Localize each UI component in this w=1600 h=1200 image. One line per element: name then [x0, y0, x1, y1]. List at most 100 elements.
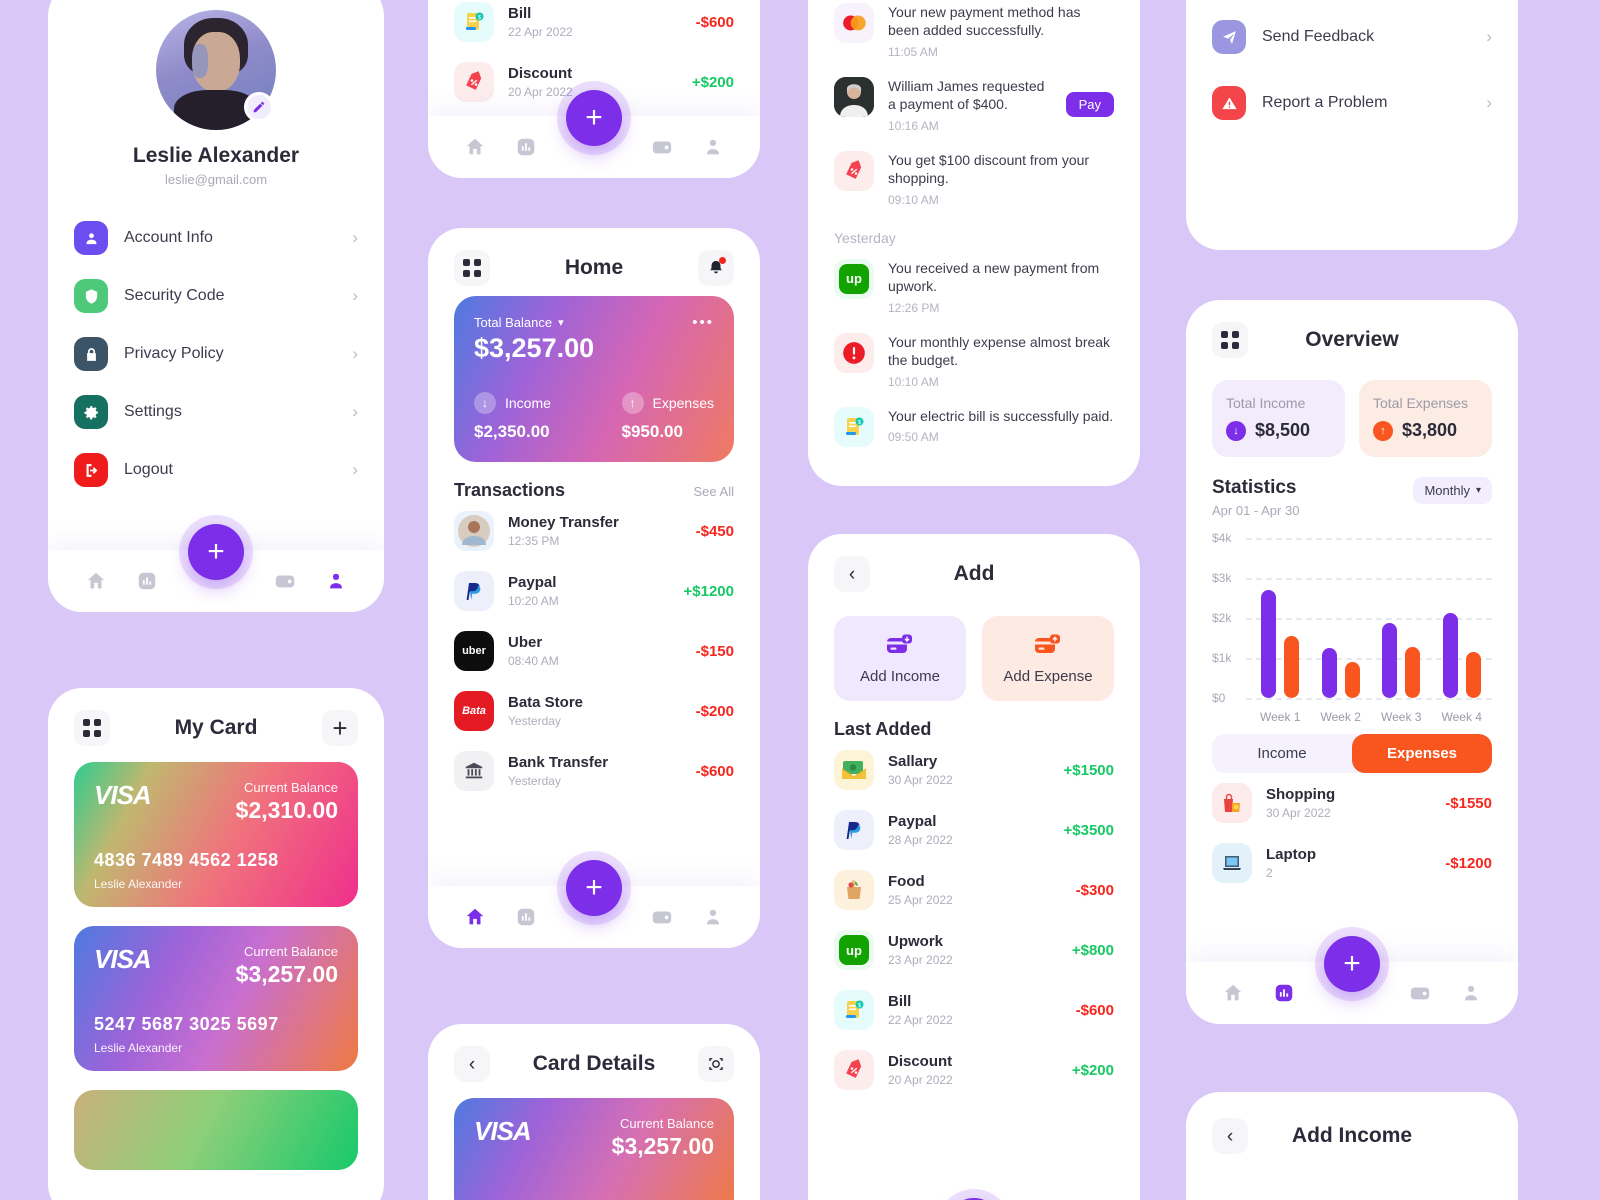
nav-chart-icon[interactable]	[515, 136, 537, 158]
grid-icon[interactable]	[454, 250, 490, 286]
nav-person-icon[interactable]	[1460, 982, 1482, 1004]
table-row[interactable]: Sallary 30 Apr 2022 +$1500	[834, 740, 1114, 800]
chevron-down-icon[interactable]: ▾	[558, 316, 564, 329]
card-balance-label: Current Balance	[244, 780, 338, 795]
add-card-button[interactable]: +	[322, 710, 358, 746]
notification-message: You get $100 discount from your shopping…	[888, 151, 1090, 187]
table-row[interactable]: Paypal 10:20 AM +$1200	[454, 561, 734, 621]
see-all-link[interactable]: See All	[694, 484, 734, 499]
table-row[interactable]: Discount 20 Apr 2022 +$200	[834, 1040, 1114, 1100]
tab-expenses[interactable]: Expenses	[1352, 734, 1492, 773]
y-tick-label: $3k	[1212, 571, 1232, 585]
paypal-icon	[834, 810, 874, 850]
sidebar-item-report-problem[interactable]: Report a Problem ›	[1212, 74, 1492, 132]
table-row[interactable]: uber Uber 08:40 AM -$150	[454, 621, 734, 681]
notification-item[interactable]: Your monthly expense almost break the bu…	[834, 324, 1114, 398]
add-fab-button[interactable]: +	[1324, 936, 1380, 992]
notification-item[interactable]: William James requested a payment of $40…	[834, 68, 1114, 142]
notification-message: Your new payment method has been added s…	[888, 4, 1081, 39]
credit-card[interactable]: VISA Current Balance $3,257.00	[454, 1098, 734, 1200]
nav-wallet-icon[interactable]	[274, 570, 296, 592]
card-number: 5247 5687 3025 5697	[94, 1014, 279, 1034]
sidebar-item-label: Privacy Policy	[124, 345, 224, 362]
back-button[interactable]: ‹	[1212, 1118, 1248, 1154]
nav-person-icon[interactable]	[325, 570, 347, 592]
nav-home-icon[interactable]	[464, 136, 486, 158]
back-button[interactable]: ‹	[454, 1046, 490, 1082]
table-row[interactable]: $ Bill 22 Apr 2022 -$600	[834, 980, 1114, 1040]
nav-chart-icon[interactable]	[136, 570, 158, 592]
card-number: 4836 7489 4562 1258	[94, 850, 279, 870]
add-expense-button[interactable]: Add Expense	[982, 616, 1114, 701]
notification-item[interactable]: Your new payment method has been added s…	[834, 0, 1114, 68]
sidebar-item-settings[interactable]: Settings ›	[74, 383, 358, 441]
tab-income[interactable]: Income	[1212, 734, 1352, 773]
total-balance-card: Total Balance ▾ ••• $3,257.00 ↓ Income $…	[454, 296, 734, 462]
item-amount: +$800	[1071, 941, 1114, 959]
grid-icon[interactable]	[74, 710, 110, 746]
item-date: 25 Apr 2022	[888, 893, 953, 907]
sidebar-item-security-code[interactable]: Security Code ›	[74, 267, 358, 325]
nav-home-icon[interactable]	[85, 570, 107, 592]
sidebar-item-account-info[interactable]: Account Info ›	[74, 209, 358, 267]
lock-icon	[74, 337, 108, 371]
add-fab-button[interactable]: +	[566, 90, 622, 146]
notification-item[interactable]: $ Your electric bill is successfully pai…	[834, 398, 1114, 456]
item-amount: +$3500	[1063, 821, 1114, 839]
table-row[interactable]: Bank Transfer Yesterday -$600	[454, 741, 734, 801]
credit-card[interactable]: VISA Current Balance $2,310.00 4836 7489…	[74, 762, 358, 907]
x-tick-label: Week 2	[1320, 710, 1361, 724]
money-envelope-icon	[834, 750, 874, 790]
scan-face-icon[interactable]	[698, 1046, 734, 1082]
item-amount: +$200	[1071, 1061, 1114, 1079]
table-row[interactable]: Shopping 30 Apr 2022 -$1550	[1212, 773, 1492, 833]
home-screen: Home Total Balance ▾ ••• $3,257.00 ↓ Inc…	[428, 228, 760, 948]
sidebar-item-label: Logout	[124, 461, 173, 478]
grid-icon[interactable]	[1212, 322, 1248, 358]
nav-wallet-icon[interactable]	[651, 906, 673, 928]
list-item[interactable]: $ Bill 22 Apr 2022 -$600	[454, 0, 734, 52]
item-amount: +$200	[691, 73, 734, 91]
bell-icon[interactable]	[698, 250, 734, 286]
table-row[interactable]: Paypal 28 Apr 2022 +$3500	[834, 800, 1114, 860]
table-row[interactable]: Laptop 2 -$1200	[1212, 833, 1492, 893]
nav-person-icon[interactable]	[702, 906, 724, 928]
more-icon[interactable]: •••	[692, 314, 714, 331]
back-button[interactable]: ‹	[834, 556, 870, 592]
table-row[interactable]: Money Transfer 12:35 PM -$450	[454, 501, 734, 561]
bar-group	[1442, 613, 1481, 698]
bar-expense	[1405, 647, 1421, 698]
pay-button[interactable]: Pay	[1065, 92, 1114, 118]
add-fab-button[interactable]: +	[566, 860, 622, 916]
notification-item[interactable]: You get $100 discount from your shopping…	[834, 142, 1114, 216]
nav-home-icon[interactable]	[464, 906, 486, 928]
notification-message: Your monthly expense almost break the bu…	[888, 333, 1111, 369]
item-amount: -$300	[1075, 881, 1114, 899]
table-row[interactable]: up Upwork 23 Apr 2022 +$800	[834, 920, 1114, 980]
credit-card[interactable]: VISA Current Balance $3,257.00 5247 5687…	[74, 926, 358, 1071]
sidebar-item-privacy-policy[interactable]: Privacy Policy ›	[74, 325, 358, 383]
pencil-icon[interactable]	[244, 92, 274, 122]
table-row[interactable]: Food 25 Apr 2022 -$300	[834, 860, 1114, 920]
nav-chart-icon[interactable]	[515, 906, 537, 928]
add-fab-button[interactable]: +	[188, 524, 244, 580]
visa-logo: VISA	[474, 1116, 532, 1146]
sidebar-item-send-feedback[interactable]: Send Feedback ›	[1212, 8, 1492, 66]
statistics-header: Statistics Apr 01 - Apr 30 Monthly ▾	[1212, 477, 1492, 518]
nav-chart-icon[interactable]	[1273, 982, 1295, 1004]
table-row[interactable]: Bata Bata Store Yesterday -$200	[454, 681, 734, 741]
sidebar-item-logout[interactable]: Logout ›	[74, 441, 358, 499]
section-title: Last Added	[834, 719, 932, 739]
nav-wallet-icon[interactable]	[651, 136, 673, 158]
nav-wallet-icon[interactable]	[1409, 982, 1431, 1004]
nav-person-icon[interactable]	[702, 136, 724, 158]
add-income-button[interactable]: Add Income	[834, 616, 966, 701]
nav-home-icon[interactable]	[1222, 982, 1244, 1004]
credit-card[interactable]	[74, 1090, 358, 1170]
period-selector[interactable]: Monthly ▾	[1413, 477, 1492, 504]
add-screen: ‹ Add Add Income Add Expense Last Added …	[808, 534, 1140, 1200]
bata-icon: Bata	[454, 691, 494, 731]
x-tick-label: Week 1	[1260, 710, 1301, 724]
notification-item[interactable]: up You received a new payment from upwor…	[834, 250, 1114, 324]
person-photo-icon	[834, 76, 874, 117]
